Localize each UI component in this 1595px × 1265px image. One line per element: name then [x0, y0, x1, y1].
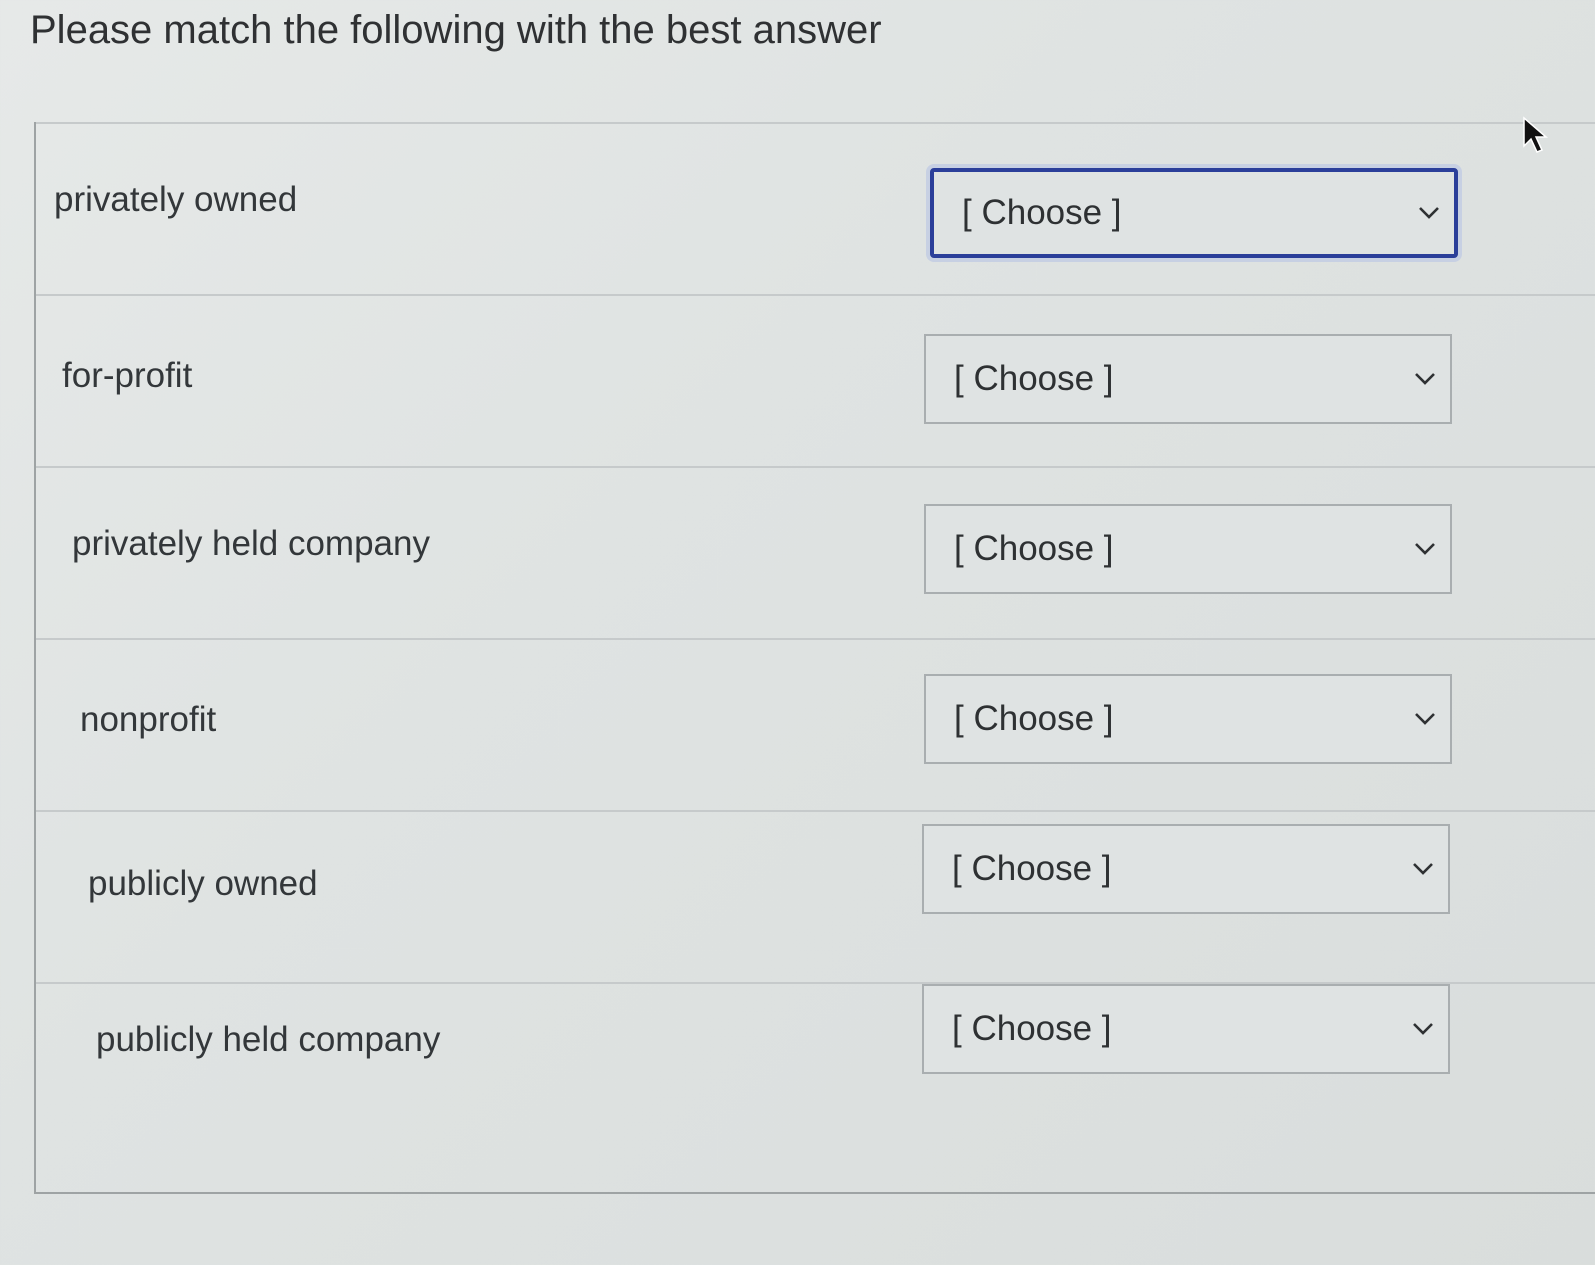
select-value: [ Choose ] [954, 359, 1114, 398]
prompt-label: privately owned [54, 180, 298, 219]
answer-select[interactable]: [ Choose ] [924, 504, 1452, 594]
match-row: for-profit [ Choose ] [36, 294, 1595, 466]
answer-select[interactable]: [ Choose ] [924, 334, 1452, 424]
prompt-label: for-profit [62, 356, 193, 395]
answer-select[interactable]: [ Choose ] [922, 824, 1450, 914]
answer-select[interactable]: [ Choose ] [922, 984, 1450, 1074]
match-row: publicly held company [ Choose ] [36, 982, 1595, 1154]
select-value: [ Choose ] [952, 1009, 1112, 1048]
chevron-down-icon [1415, 713, 1435, 725]
chevron-down-icon [1413, 1023, 1433, 1035]
chevron-down-icon [1419, 207, 1439, 219]
answer-select[interactable]: [ Choose ] [924, 674, 1452, 764]
chevron-down-icon [1415, 373, 1435, 385]
select-value: [ Choose ] [952, 849, 1112, 888]
match-row: publicly owned [ Choose ] [36, 810, 1595, 982]
prompt-label: nonprofit [80, 700, 217, 739]
match-row: privately owned [ Choose ] [36, 122, 1595, 294]
select-value: [ Choose ] [962, 193, 1122, 232]
mouse-cursor-icon [1523, 116, 1549, 153]
select-value: [ Choose ] [954, 529, 1114, 568]
match-row: nonprofit [ Choose ] [36, 638, 1595, 810]
prompt-label: privately held company [72, 524, 430, 563]
prompt-label: publicly owned [88, 864, 318, 903]
match-row: privately held company [ Choose ] [36, 466, 1595, 638]
chevron-down-icon [1413, 863, 1433, 875]
select-value: [ Choose ] [954, 699, 1114, 738]
prompt-label: publicly held company [96, 1020, 441, 1059]
answer-select[interactable]: [ Choose ] [930, 168, 1458, 258]
question-text: Please match the following with the best… [30, 8, 882, 52]
matching-panel: privately owned [ Choose ] for-profit [ … [34, 122, 1595, 1194]
chevron-down-icon [1415, 543, 1435, 555]
